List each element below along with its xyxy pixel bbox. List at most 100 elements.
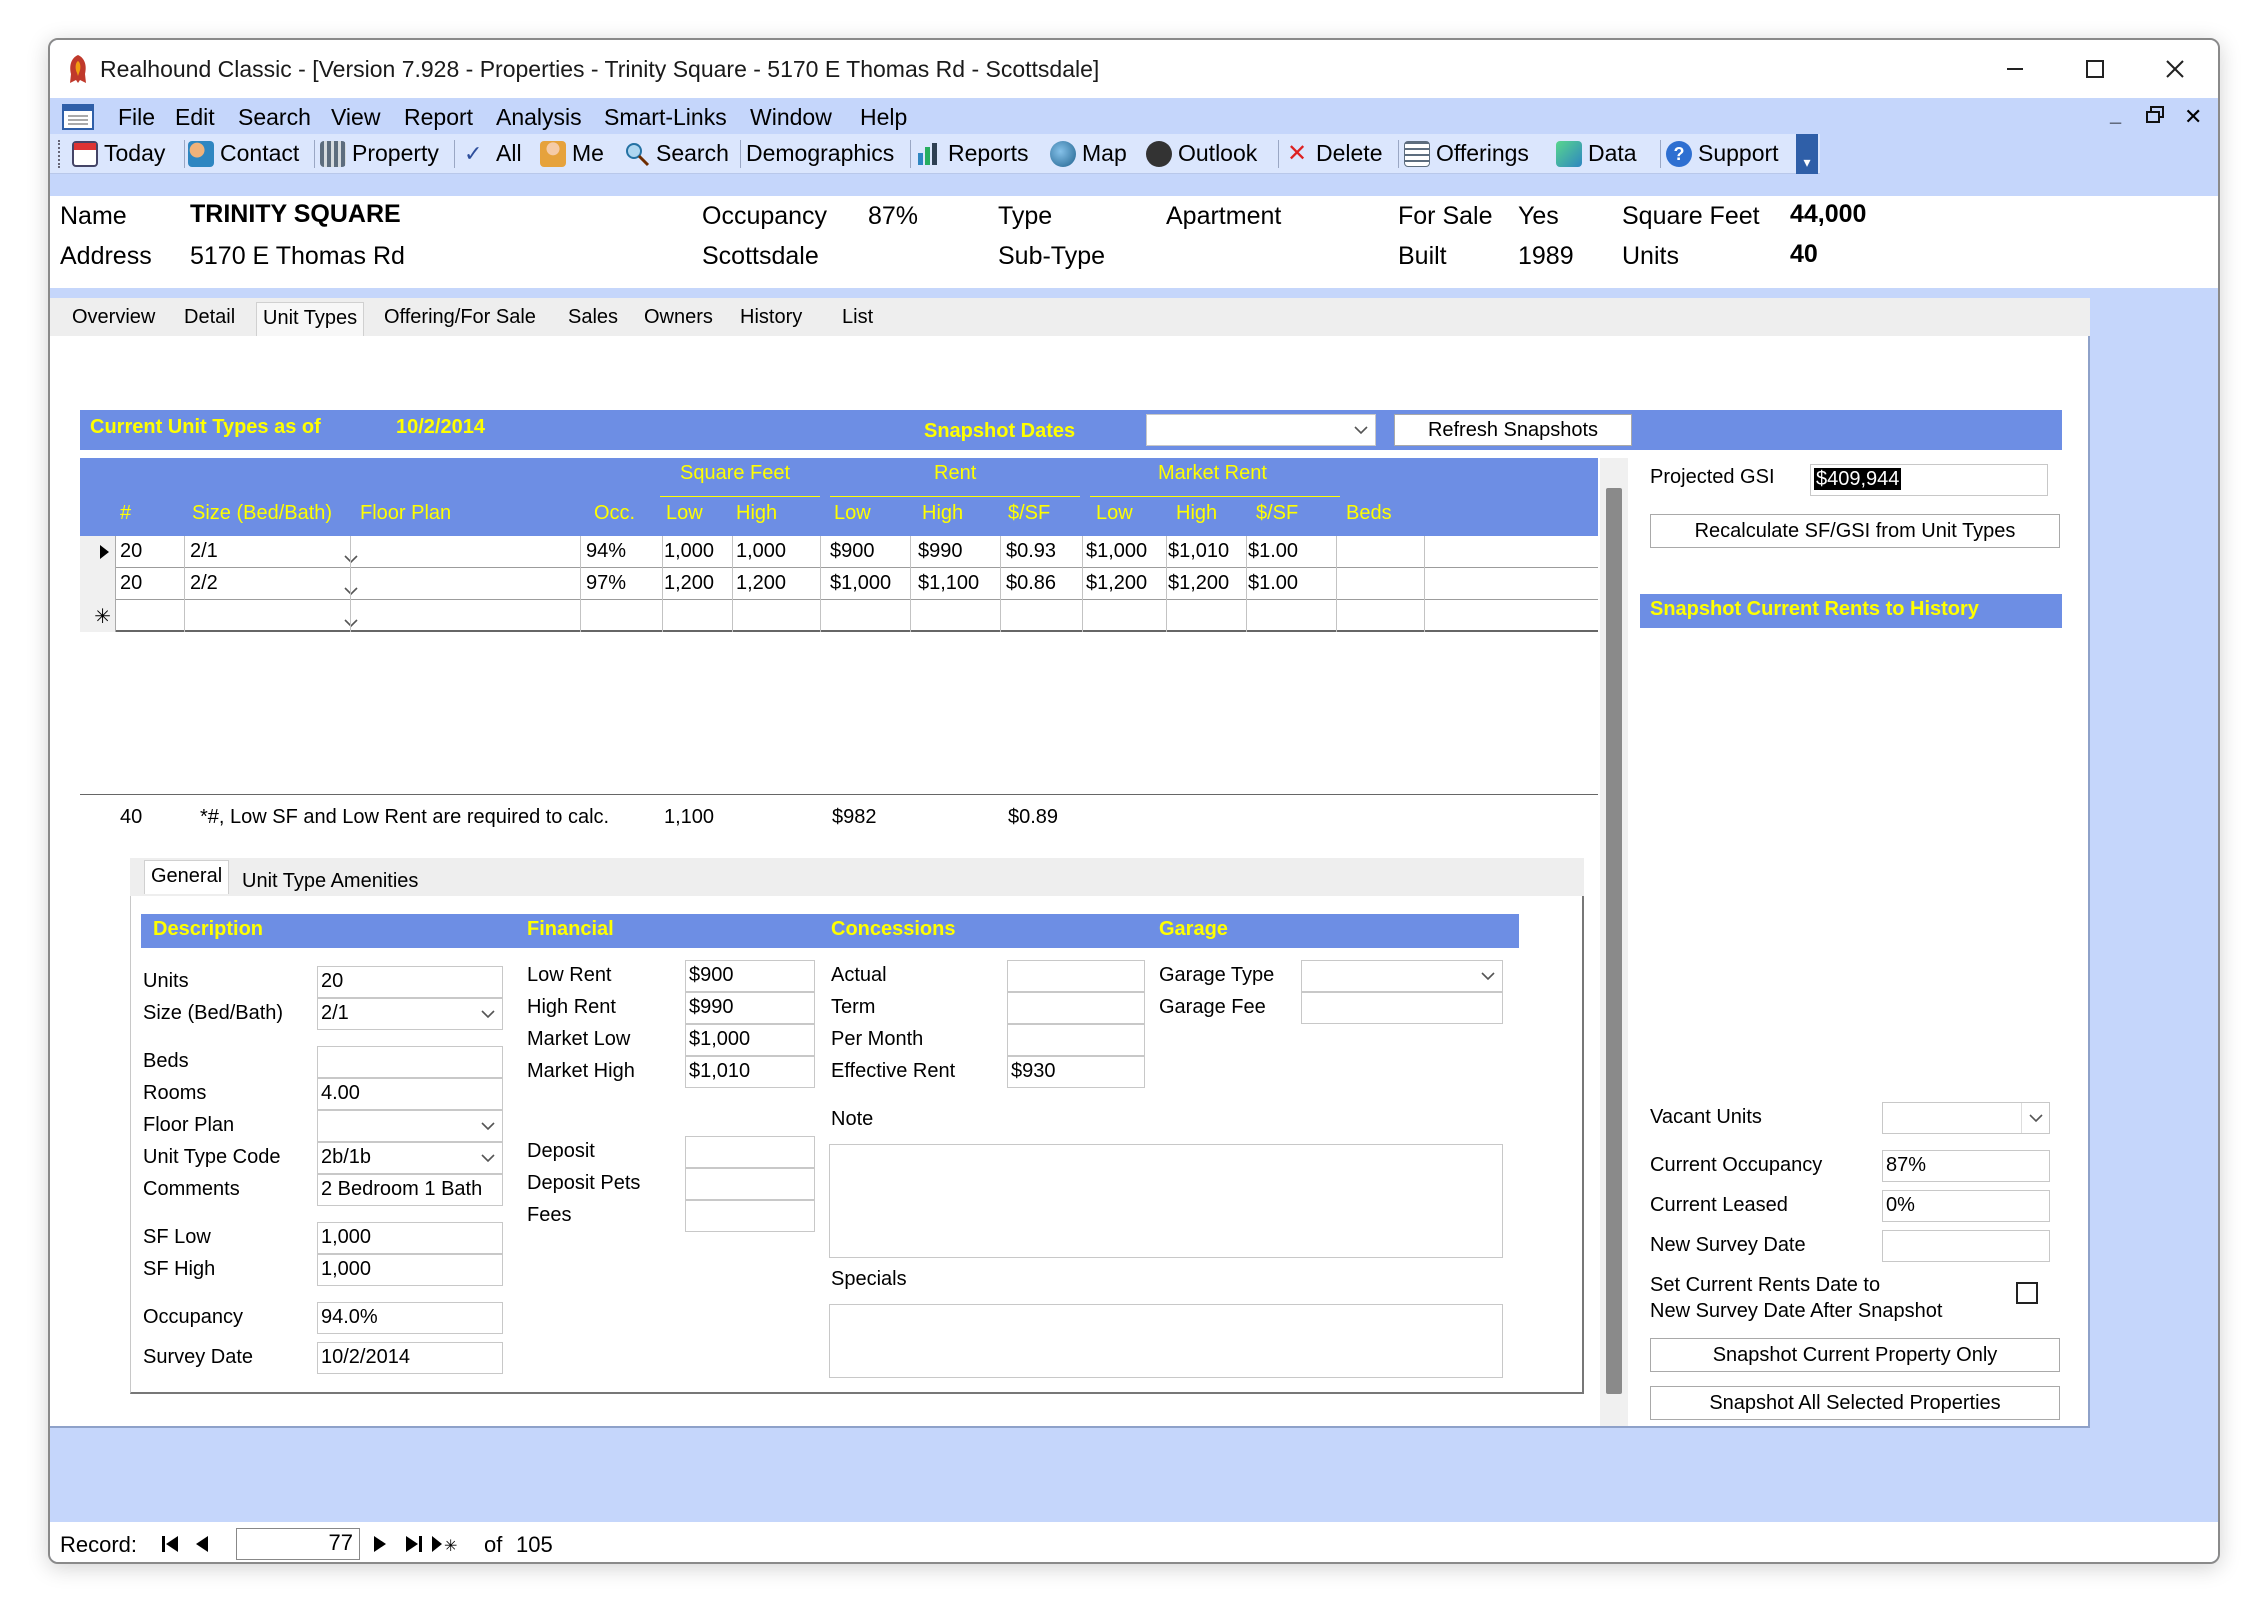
data-button[interactable]: Data (1556, 140, 1637, 167)
row-selector[interactable] (80, 568, 116, 600)
cell-occ[interactable]: 97% (586, 572, 626, 595)
table-row[interactable]: 20 2/1 94% 1,000 1,000 $900 $990 $0.93 $… (80, 536, 1598, 568)
tab-owners[interactable]: Owners (644, 306, 713, 329)
cell-sf-low[interactable]: 1,000 (664, 540, 714, 563)
cell-sf-high[interactable]: 1,200 (736, 572, 786, 595)
minimize-button[interactable] (1970, 46, 2060, 92)
actual-field[interactable] (1007, 960, 1145, 992)
table-row[interactable]: 20 2/2 97% 1,200 1,200 $1,000 $1,100 $0.… (80, 568, 1598, 600)
last-record-icon[interactable] (402, 1532, 426, 1562)
toolbar-grip[interactable] (58, 140, 62, 168)
record-number-field[interactable]: 77 (236, 1528, 360, 1560)
tab-overview[interactable]: Overview (72, 306, 155, 329)
cell-mkt-high[interactable]: $1,200 (1168, 572, 1229, 595)
new-survey-date-field[interactable] (1882, 1230, 2050, 1262)
menu-report[interactable]: Report (404, 104, 473, 131)
fees-field[interactable] (685, 1200, 815, 1232)
contact-button[interactable]: Contact (188, 140, 299, 167)
deposit-field[interactable] (685, 1136, 815, 1168)
tab-history[interactable]: History (740, 306, 802, 329)
chevron-down-icon[interactable] (344, 578, 358, 602)
menu-window[interactable]: Window (750, 104, 832, 131)
note-field[interactable] (829, 1144, 1503, 1258)
close-button[interactable] (2130, 46, 2218, 92)
garage-type-select[interactable] (1301, 960, 1503, 992)
recalculate-button[interactable]: Recalculate SF/GSI from Unit Types (1650, 514, 2060, 548)
tab-offering-for-sale[interactable]: Offering/For Sale (384, 306, 536, 329)
refresh-snapshots-button[interactable]: Refresh Snapshots (1394, 414, 1632, 446)
menu-help[interactable]: Help (860, 104, 907, 131)
menu-search[interactable]: Search (238, 104, 311, 131)
mdi-restore-icon[interactable] (2146, 106, 2164, 130)
first-record-icon[interactable] (158, 1532, 182, 1562)
menu-analysis[interactable]: Analysis (496, 104, 582, 131)
survey-date-field[interactable]: 10/2/2014 (317, 1342, 503, 1374)
tab-sales[interactable]: Sales (568, 306, 618, 329)
projected-gsi-field[interactable]: $409,944 (1810, 464, 2048, 496)
support-button[interactable]: ? Support (1666, 140, 1779, 167)
deposit-pets-field[interactable] (685, 1168, 815, 1200)
sf-low-field[interactable]: 1,000 (317, 1222, 503, 1254)
low-rent-field[interactable]: $900 (685, 960, 815, 992)
tab-list[interactable]: List (842, 306, 873, 329)
current-occupancy-field[interactable]: 87% (1882, 1150, 2050, 1182)
garage-fee-field[interactable] (1301, 992, 1503, 1024)
maximize-button[interactable] (2050, 46, 2140, 92)
rooms-field[interactable]: 4.00 (317, 1078, 503, 1110)
units-field[interactable]: 20 (317, 966, 503, 998)
current-leased-field[interactable]: 0% (1882, 1190, 2050, 1222)
scrollbar-thumb[interactable] (1606, 488, 1622, 1394)
beds-field[interactable] (317, 1046, 503, 1078)
new-row-asterisk-icon[interactable]: ✳ (80, 600, 116, 632)
previous-record-icon[interactable] (190, 1532, 214, 1562)
property-button[interactable]: Property (320, 140, 439, 167)
snapshot-all-button[interactable]: Snapshot All Selected Properties (1650, 1386, 2060, 1420)
cell-sf-low[interactable]: 1,200 (664, 572, 714, 595)
cell-rent-low[interactable]: $1,000 (830, 572, 891, 595)
document-icon[interactable] (62, 104, 94, 130)
search-button[interactable]: Search (624, 140, 729, 167)
tab-detail[interactable]: Detail (184, 306, 235, 329)
cell-sf-high[interactable]: 1,000 (736, 540, 786, 563)
snapshot-current-button[interactable]: Snapshot Current Property Only (1650, 1338, 2060, 1372)
cell-size[interactable]: 2/2 (190, 572, 218, 595)
cell-mkt-low[interactable]: $1,200 (1086, 572, 1147, 595)
market-low-field[interactable]: $1,000 (685, 1024, 815, 1056)
size-select[interactable]: 2/1 (317, 998, 503, 1030)
effective-rent-field[interactable]: $930 (1007, 1056, 1145, 1088)
me-button[interactable]: Me (540, 140, 604, 167)
all-button[interactable]: ✓ All (464, 140, 522, 167)
menu-file[interactable]: File (118, 104, 155, 131)
sf-high-field[interactable]: 1,000 (317, 1254, 503, 1286)
high-rent-field[interactable]: $990 (685, 992, 815, 1024)
term-field[interactable] (1007, 992, 1145, 1024)
next-record-icon[interactable] (368, 1532, 392, 1562)
cell-rent-high[interactable]: $1,100 (918, 572, 979, 595)
mdi-minimize-icon[interactable]: _ (2110, 104, 2121, 127)
subtab-general[interactable]: General (144, 860, 230, 894)
cell-mkt-psf[interactable]: $1.00 (1248, 572, 1298, 595)
cell-mkt-psf[interactable]: $1.00 (1248, 540, 1298, 563)
delete-button[interactable]: ✕ Delete (1284, 140, 1383, 167)
cell-mkt-high[interactable]: $1,010 (1168, 540, 1229, 563)
offerings-button[interactable]: Offerings (1404, 140, 1529, 167)
cell-num[interactable]: 20 (120, 572, 142, 595)
market-high-field[interactable]: $1,010 (685, 1056, 815, 1088)
cell-rent-psf[interactable]: $0.86 (1006, 572, 1056, 595)
set-rents-checkbox[interactable] (2016, 1282, 2038, 1304)
outlook-button[interactable]: Outlook (1146, 140, 1257, 167)
mdi-close-icon[interactable]: ✕ (2184, 104, 2202, 130)
cell-size[interactable]: 2/1 (190, 540, 218, 563)
new-table-row[interactable]: ✳ (80, 600, 1598, 632)
snapshot-dates-select[interactable] (1146, 414, 1376, 446)
vertical-scrollbar[interactable] (1600, 458, 1628, 1426)
demographics-button[interactable]: Demographics (746, 140, 894, 167)
toolbar-overflow-icon[interactable]: ▾ (1796, 134, 1818, 174)
cell-occ[interactable]: 94% (586, 540, 626, 563)
map-button[interactable]: Map (1050, 140, 1127, 167)
vacant-units-select[interactable] (1882, 1102, 2050, 1134)
menu-smart-links[interactable]: Smart-Links (604, 104, 727, 131)
chevron-down-icon[interactable] (344, 546, 358, 570)
cell-rent-low[interactable]: $900 (830, 540, 875, 563)
today-button[interactable]: Today (72, 140, 165, 167)
